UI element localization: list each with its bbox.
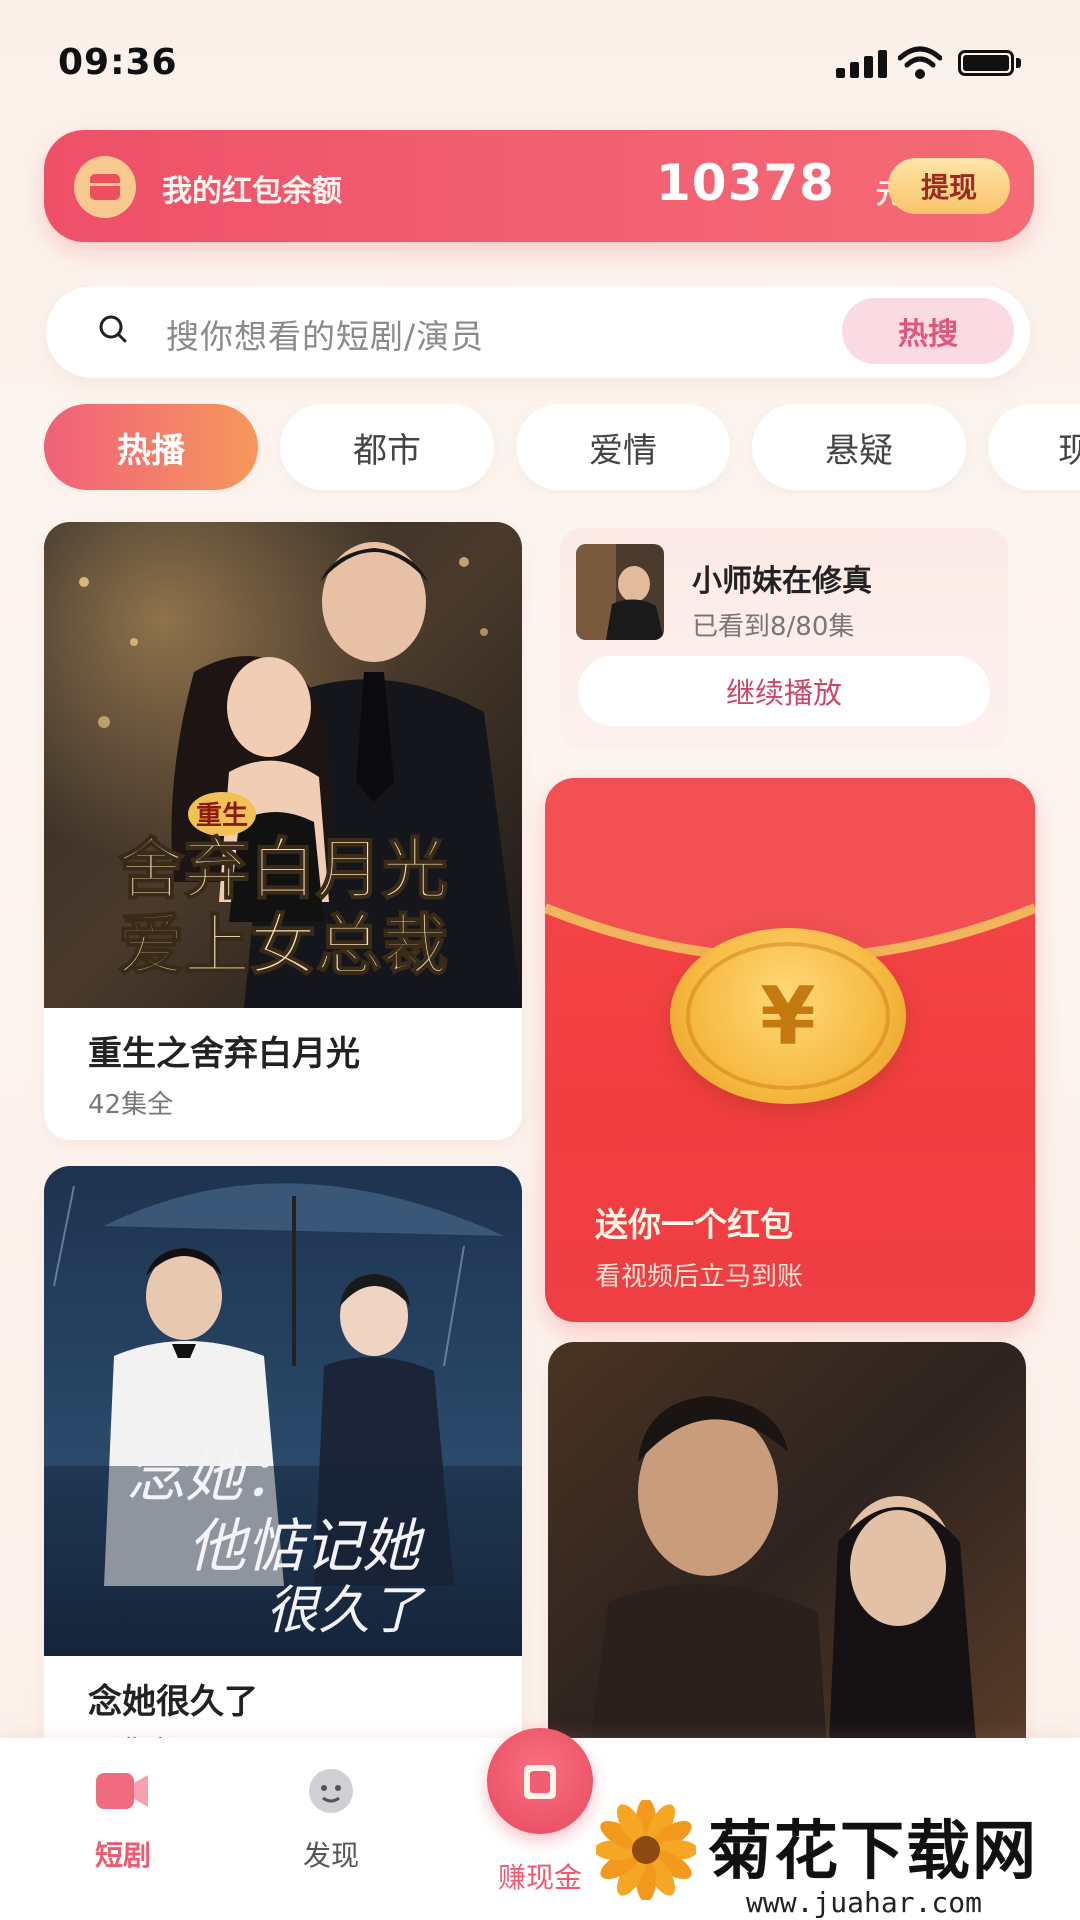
tab-romance[interactable]: 爱情 — [516, 404, 730, 490]
search-icon — [99, 315, 127, 343]
drama-title: 念她很久了 — [88, 1682, 258, 1722]
drama-card[interactable]: 重生 舍弃白月光 爱上女总裁 重生之舍弃白月光 42集全 — [44, 522, 522, 1140]
nav-label: 发现 — [302, 1839, 359, 1872]
nav-item-discover[interactable]: 发现 — [256, 1766, 406, 1874]
drama-poster — [548, 1342, 1026, 1766]
drama-poster: 念她： 他惦记她 很久了 — [44, 1166, 522, 1656]
watermark-url: www.juahar.com — [746, 1886, 983, 1919]
yuan-symbol: ¥ — [686, 942, 890, 1090]
status-time: 09:36 — [58, 42, 178, 83]
red-packet-balance-bar[interactable]: 我的红包余额 10378 元 提现 — [44, 130, 1034, 242]
poster-title-line2: 爱上女总裁 — [118, 906, 448, 984]
video-icon — [94, 1766, 152, 1816]
status-bar: 09:36 — [0, 0, 1080, 130]
poster-title-line3: 很久了 — [266, 1581, 426, 1641]
red-packet-title: 送你一个红包 — [595, 1205, 793, 1244]
continue-thumbnail — [576, 544, 664, 640]
nav-item-earn-cash[interactable]: 赚现金 — [465, 1856, 615, 1896]
wifi-icon — [898, 46, 942, 79]
category-tabs: 热播 都市 爱情 悬疑 现 — [44, 404, 1080, 494]
cash-icon[interactable] — [487, 1728, 593, 1834]
continue-play-button[interactable]: 继续播放 — [578, 656, 990, 726]
balance-label: 我的红包余额 — [162, 174, 342, 209]
tab-city[interactable]: 都市 — [280, 404, 494, 490]
nav-item-short-drama[interactable]: 短剧 — [48, 1766, 198, 1874]
search-input[interactable]: 搜你想看的短剧/演员 — [166, 310, 484, 358]
poster-title-line1: 舍弃白月光 — [118, 830, 448, 908]
red-packet-subtitle: 看视频后立马到账 — [595, 1262, 804, 1292]
discover-icon — [302, 1766, 360, 1816]
tab-suspense[interactable]: 悬疑 — [752, 404, 966, 490]
drama-card[interactable]: 念她： 他惦记她 很久了 念她很久了 42集全 — [44, 1166, 522, 1766]
drama-card[interactable] — [548, 1342, 1026, 1766]
red-packet-icon — [74, 156, 136, 218]
flower-logo-icon — [596, 1800, 696, 1900]
gold-coin-icon: ¥ — [670, 928, 906, 1104]
hot-search-button[interactable]: 热搜 — [842, 298, 1014, 364]
tab-modern[interactable]: 现 — [988, 404, 1080, 490]
red-envelope-promo[interactable]: ¥ 送你一个红包 看视频后立马到账 — [545, 778, 1035, 1322]
search-bar[interactable]: 搜你想看的短剧/演员 热搜 — [46, 286, 1030, 378]
watermark: 菊花下载网 www.juahar.com — [596, 1800, 1080, 1920]
withdraw-button[interactable]: 提现 — [888, 158, 1010, 214]
continue-title: 小师妹在修真 — [692, 564, 872, 599]
tab-hot[interactable]: 热播 — [44, 404, 258, 490]
poster-badge: 重生 — [196, 801, 248, 831]
poster-title-line1: 念她： — [127, 1442, 301, 1510]
signal-icon — [836, 50, 887, 78]
continue-progress: 已看到8/80集 — [692, 612, 855, 642]
drama-title: 重生之舍弃白月光 — [88, 1034, 360, 1074]
battery-icon — [958, 50, 1022, 78]
watermark-brand: 菊花下载网 — [708, 1815, 1038, 1889]
balance-amount: 10378 — [656, 154, 835, 212]
continue-watching-card[interactable]: 小师妹在修真 已看到8/80集 继续播放 — [560, 528, 1008, 750]
drama-episodes: 42集全 — [88, 1090, 174, 1120]
drama-poster: 重生 舍弃白月光 爱上女总裁 — [44, 522, 522, 1008]
nav-label: 赚现金 — [497, 1861, 582, 1894]
poster-title-line2: 他惦记她 — [188, 1512, 426, 1580]
nav-label: 短剧 — [94, 1839, 151, 1872]
